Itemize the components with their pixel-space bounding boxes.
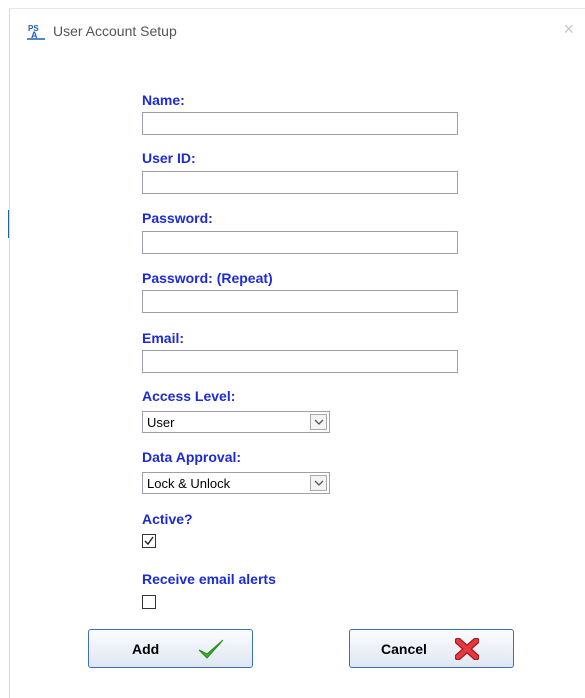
access-level-label: Access Level:	[142, 388, 236, 404]
access-level-value: User	[147, 415, 175, 430]
user-id-label: User ID:	[142, 150, 196, 166]
name-label: Name:	[142, 92, 185, 108]
email-label: Email:	[142, 330, 185, 346]
user-id-input[interactable]	[142, 171, 458, 194]
close-icon[interactable]: ×	[563, 19, 574, 40]
cancel-button[interactable]: Cancel	[349, 629, 514, 668]
active-label: Active?	[142, 511, 193, 527]
window-title: User Account Setup	[53, 23, 177, 39]
data-approval-label: Data Approval:	[142, 449, 242, 465]
title-bar: PS A User Account Setup ×	[10, 9, 585, 53]
chevron-down-icon	[314, 419, 324, 425]
checkmark-icon	[144, 536, 154, 546]
access-level-dropdown-button[interactable]	[310, 414, 327, 430]
active-checkbox[interactable]	[142, 534, 156, 548]
email-alerts-label: Receive email alerts	[142, 571, 276, 587]
cancel-button-label: Cancel	[381, 641, 427, 657]
name-input[interactable]	[142, 112, 458, 135]
green-checkmark-icon	[198, 639, 224, 659]
password-repeat-input[interactable]	[142, 290, 458, 313]
data-approval-value: Lock & Unlock	[147, 476, 231, 491]
psa-app-icon: PS A	[27, 23, 45, 40]
user-account-setup-dialog: PS A User Account Setup × Name: User ID:…	[9, 8, 585, 698]
data-approval-select[interactable]: Lock & Unlock	[142, 472, 330, 494]
email-alerts-checkbox[interactable]	[142, 595, 156, 609]
access-level-select[interactable]: User	[142, 411, 330, 433]
red-x-icon	[455, 638, 479, 660]
add-button[interactable]: Add	[88, 629, 253, 668]
password-label: Password:	[142, 210, 213, 226]
password-input[interactable]	[142, 231, 458, 254]
password-repeat-label: Password: (Repeat)	[142, 270, 273, 286]
add-button-label: Add	[132, 641, 160, 657]
email-input[interactable]	[142, 350, 458, 373]
chevron-down-icon	[314, 480, 324, 486]
data-approval-dropdown-button[interactable]	[310, 475, 327, 491]
